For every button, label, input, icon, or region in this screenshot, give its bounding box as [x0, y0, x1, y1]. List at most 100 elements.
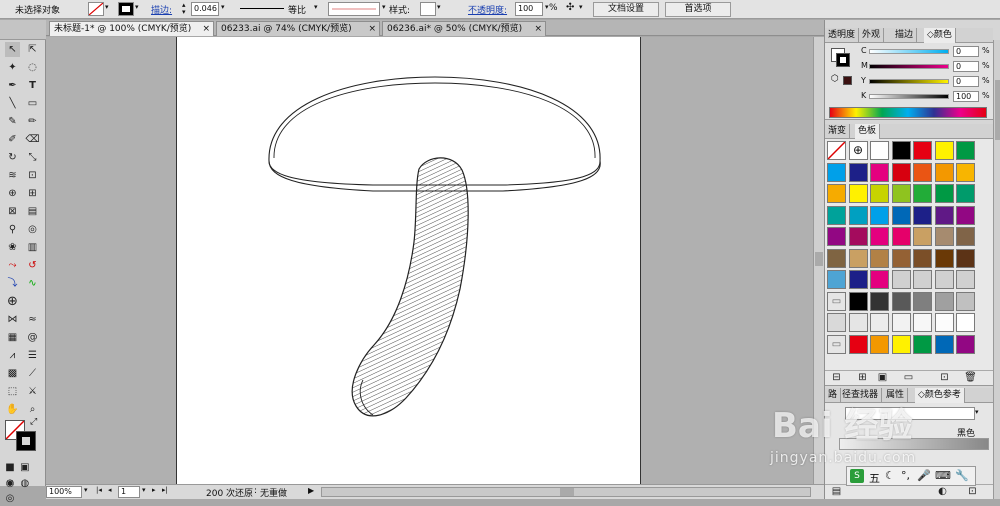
color-swatch[interactable] [891, 227, 911, 246]
color-swatch[interactable] [913, 248, 932, 268]
color-swatch[interactable] [870, 248, 889, 268]
color-group-folder[interactable]: ▭ [827, 334, 846, 354]
envelope-tool-icon[interactable]: ⋈ [5, 312, 20, 327]
color-swatch[interactable] [891, 141, 911, 160]
color-swatch[interactable] [956, 248, 975, 268]
ime-mode-label[interactable]: 五 [869, 470, 880, 486]
zoom-tool-icon[interactable]: ⌕ [25, 402, 40, 417]
direct-selection-tool-icon[interactable]: ⇱ [25, 42, 40, 57]
color-swatch[interactable] [891, 205, 911, 225]
color-swatch[interactable] [934, 248, 954, 268]
fill-stroke-indicator[interactable]: ⤢ [5, 417, 41, 456]
color-swatch[interactable] [934, 162, 954, 182]
color-swatch[interactable] [934, 313, 954, 332]
twirl-tool-red-icon[interactable]: ↺ [25, 258, 40, 273]
channel-slider[interactable] [869, 64, 949, 69]
mushroom-stem-shape[interactable] [351, 157, 469, 417]
artboard-dropdown-icon[interactable]: ▾ [142, 486, 146, 494]
limit-to-library-icon[interactable]: ▤ [829, 484, 844, 499]
free-transform-tool-icon[interactable]: ⊡ [25, 168, 40, 183]
color-swatch[interactable] [934, 334, 954, 354]
hatch-grid-tool-icon[interactable]: ▩ [5, 366, 20, 381]
wave-tool-green-icon[interactable]: ∿ [25, 276, 40, 291]
color-swatch[interactable] [870, 205, 889, 225]
color-swatch[interactable] [956, 141, 975, 160]
color-swatch[interactable] [956, 313, 975, 332]
color-swatch[interactable] [848, 205, 868, 225]
brush-dropdown-icon[interactable]: ▾ [382, 3, 386, 11]
ime-logo-icon[interactable]: S [850, 469, 864, 483]
fill-color-swatch[interactable] [88, 2, 104, 16]
edit-colors-icon[interactable]: ◐ [935, 484, 950, 499]
rotate-tool-icon[interactable]: ↻ [5, 150, 20, 165]
mesh-tool-icon[interactable]: ⊠ [5, 204, 20, 219]
rectangle-tool-icon[interactable]: ▭ [25, 96, 40, 111]
stroke-dropdown-icon[interactable]: ▾ [135, 3, 139, 11]
stroke-swatch[interactable] [16, 431, 36, 451]
hscroll-thumb[interactable] [560, 488, 574, 496]
artboard-tool-icon[interactable]: ⬚ [5, 384, 20, 399]
bezier-tool-blue-icon[interactable]: ⤵ [5, 276, 20, 291]
color-swatch[interactable] [848, 227, 868, 246]
zoom-input[interactable]: 100% [46, 486, 82, 498]
tab-close-icon[interactable]: × [202, 22, 210, 37]
pencil-tool-icon[interactable]: ✏ [25, 114, 40, 129]
opacity-input[interactable]: 100 [515, 2, 543, 16]
tab-untitled-1[interactable]: 未标题-1* @ 100% (CMYK/预览) × [49, 21, 214, 36]
color-swatch[interactable] [870, 291, 889, 311]
channel-slider[interactable] [869, 49, 949, 54]
blob-brush-tool-icon[interactable]: ✐ [5, 132, 20, 147]
type-tool-icon[interactable]: T [25, 78, 40, 93]
color-swatch[interactable] [956, 162, 975, 182]
tab-swatches[interactable]: 色板 [855, 124, 881, 139]
hatch-tool-icon[interactable]: ▦ [5, 330, 20, 345]
color-swatch[interactable] [848, 184, 868, 203]
tab-color[interactable]: ◇颜色 [924, 28, 956, 43]
stroke-label[interactable]: 描边: [151, 3, 172, 16]
color-swatch[interactable] [827, 248, 846, 268]
color-swatch[interactable] [913, 205, 932, 225]
color-swatch[interactable] [870, 227, 889, 246]
prev-artboard-icon[interactable]: ◂ [108, 486, 112, 494]
color-swatch[interactable] [870, 184, 889, 203]
eraser-tool-icon[interactable]: ⌫ [25, 132, 40, 147]
tab-appearance[interactable]: 外观 [859, 28, 885, 43]
profile-dropdown-icon[interactable]: ▾ [314, 3, 318, 11]
color-swatch[interactable] [913, 291, 932, 311]
ime-mic-icon[interactable]: 🎤 [917, 469, 931, 482]
color-swatch[interactable] [891, 334, 911, 354]
next-artboard-icon[interactable]: ▸ [152, 486, 156, 494]
scroll-thumb[interactable] [815, 252, 823, 266]
zoom-dropdown-icon[interactable]: ▾ [84, 486, 88, 494]
line-tool-icon[interactable]: ╲ [5, 96, 20, 111]
color-swatch[interactable] [870, 162, 889, 182]
tab-close-icon[interactable]: × [368, 22, 376, 37]
hand-tool-icon[interactable]: ✋ [5, 402, 20, 417]
color-swatch[interactable] [848, 248, 868, 268]
save-color-group-icon[interactable]: ⊡ [965, 484, 980, 499]
color-swatch[interactable] [956, 291, 975, 311]
channel-value-input[interactable]: 100 [953, 91, 979, 102]
color-swatch[interactable] [956, 184, 975, 203]
spiral-tool-icon[interactable]: @ [25, 330, 40, 345]
registration-swatch[interactable]: ⊕ [848, 141, 868, 160]
lasso-tool-icon[interactable]: ◌ [25, 60, 40, 75]
ime-moon-icon[interactable]: ☾ [885, 469, 895, 482]
pen-tool-icon[interactable]: ✒ [5, 78, 20, 93]
tab-gradient[interactable]: 渐变 [825, 124, 851, 139]
color-swatch[interactable] [827, 184, 846, 203]
opacity-dropdown-icon[interactable]: ▾ [545, 3, 549, 11]
status-menu-icon[interactable]: ▶ [308, 486, 314, 495]
magic-wand-tool-icon[interactable]: ✦ [5, 60, 20, 75]
blend-tool-icon[interactable]: ◎ [25, 222, 40, 237]
width-tool-red-icon[interactable]: ⤳ [5, 258, 20, 273]
opacity-label[interactable]: 不透明度: [468, 3, 507, 16]
color-group-folder[interactable]: ▭ [827, 291, 846, 311]
ime-keyboard-icon[interactable]: ⌨ [935, 469, 951, 482]
shape-builder-tool-icon[interactable]: ⊕ [5, 186, 20, 201]
last-artboard-icon[interactable]: ▸| [162, 486, 168, 494]
ime-punctuation-icon[interactable]: °, [901, 469, 910, 482]
tools-panel-header[interactable] [0, 20, 46, 40]
channel-value-input[interactable]: 0 [953, 61, 979, 72]
color-swatch[interactable] [891, 248, 911, 268]
